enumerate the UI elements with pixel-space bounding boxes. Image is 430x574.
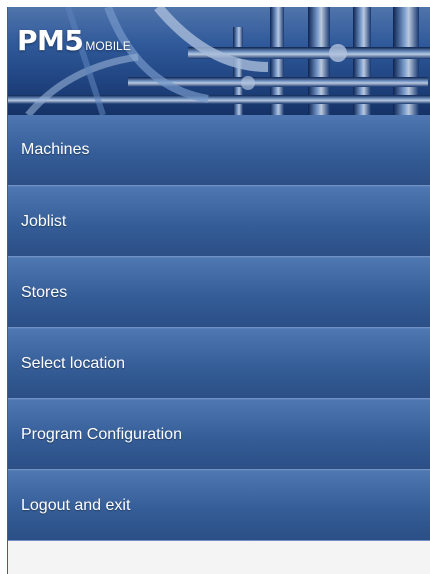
menu-item-logout[interactable]: Logout and exit — [8, 470, 430, 541]
menu-item-label: Logout and exit — [21, 496, 131, 514]
menu-item-stores[interactable]: Stores — [8, 257, 430, 328]
menu-item-machines[interactable]: Machines — [8, 115, 430, 186]
app-window: PM5 MOBILE Machines Joblist Stores Selec… — [7, 7, 430, 574]
menu-item-select-location[interactable]: Select location — [8, 328, 430, 399]
menu-item-label: Stores — [21, 283, 68, 301]
menu-item-joblist[interactable]: Joblist — [8, 186, 430, 257]
menu-item-label: Select location — [21, 354, 126, 372]
header-banner: PM5 MOBILE — [8, 7, 430, 115]
logo-main-text: PM5 — [17, 24, 84, 57]
menu-item-label: Program Configuration — [21, 425, 182, 443]
logo-sub-text: MOBILE — [85, 39, 131, 53]
menu-item-label: Joblist — [21, 212, 67, 230]
menu-item-program-configuration[interactable]: Program Configuration — [8, 399, 430, 470]
menu-item-label: Machines — [21, 141, 90, 158]
app-logo: PM5 MOBILE — [17, 27, 131, 55]
main-menu: Machines Joblist Stores Select location … — [8, 115, 430, 541]
